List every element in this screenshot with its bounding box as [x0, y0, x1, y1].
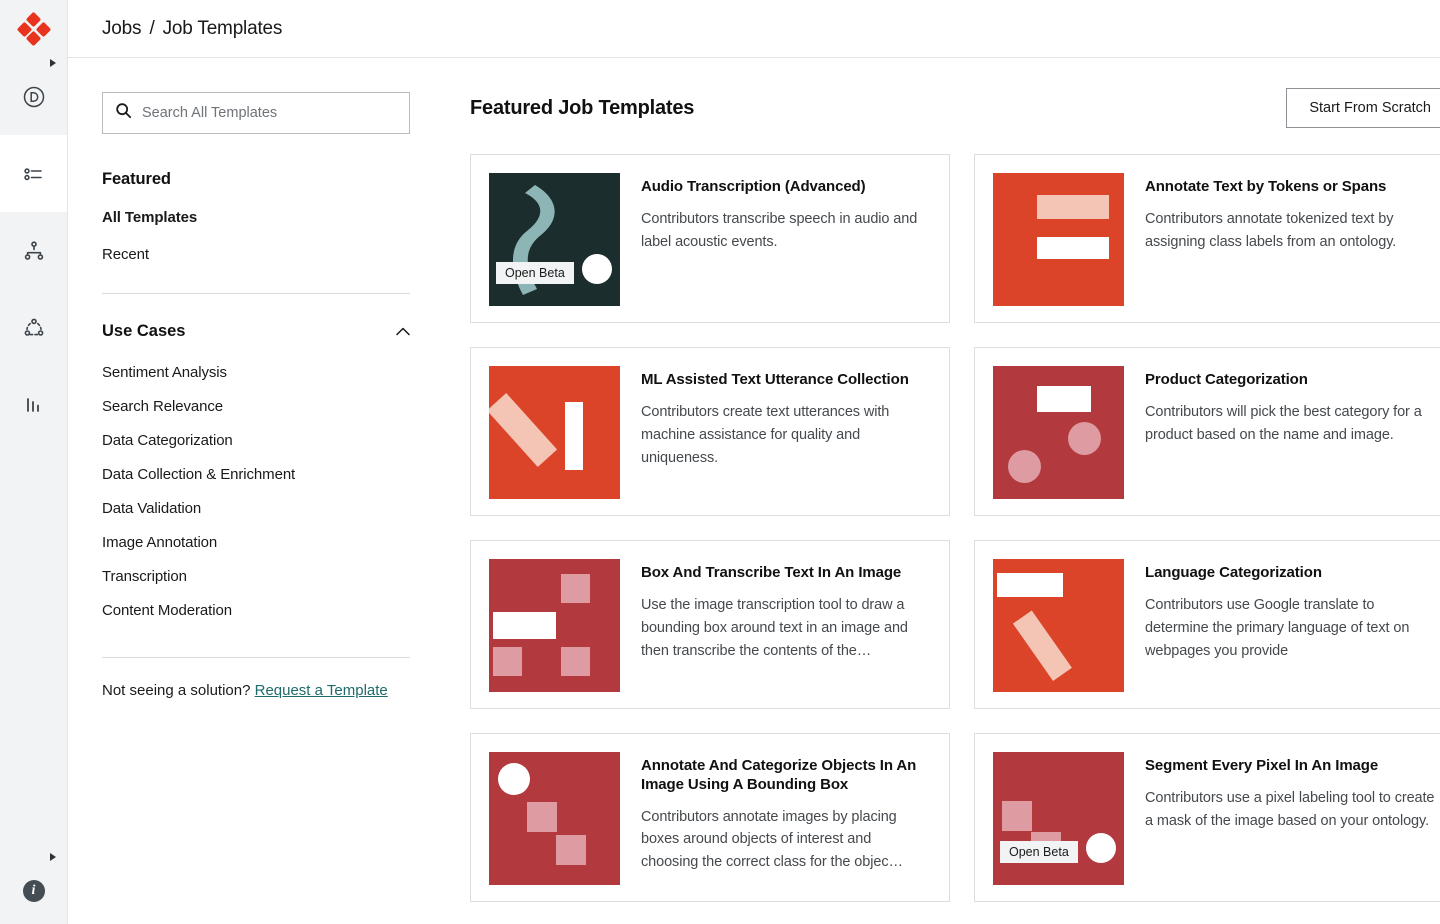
bar-and-diagonal-thumbnail [993, 559, 1124, 692]
card-text: Annotate Text by Tokens or Spans Contrib… [1145, 173, 1435, 304]
card-text: Segment Every Pixel In An Image Contribu… [1145, 752, 1435, 883]
divider [102, 293, 410, 294]
use-case-item[interactable]: Content Moderation [102, 593, 470, 627]
template-card[interactable]: Annotate Text by Tokens or Spans Contrib… [974, 154, 1440, 323]
sidebar-item-workflows[interactable] [0, 212, 67, 289]
use-case-item[interactable]: Search Relevance [102, 389, 470, 423]
template-card[interactable]: Product Categorization Contributors will… [974, 347, 1440, 516]
card-title: Audio Transcription (Advanced) [641, 178, 866, 195]
filter-link-recent[interactable]: Recent [102, 246, 470, 263]
diagonal-bar-thumbnail [489, 366, 620, 499]
request-template-prompt: Not seeing a solution? [102, 682, 251, 699]
open-beta-badge: Open Beta [1000, 841, 1078, 863]
filters-panel: Featured All Templates Recent Use Cases … [68, 58, 470, 924]
template-card[interactable]: Open Beta Segment Every Pixel In An Imag… [974, 733, 1440, 902]
breadcrumb-current: Job Templates [162, 17, 283, 39]
beta-dot [582, 254, 612, 284]
template-card[interactable]: ML Assisted Text Utterance Collection Co… [470, 347, 950, 516]
featured-heading: Featured [102, 170, 171, 188]
card-description: Contributors annotate tokenized text by … [1145, 210, 1397, 250]
main-header: Featured Job Templates Start From Scratc… [470, 88, 1440, 128]
left-nav-rail: i [0, 0, 68, 924]
boxes-grid-thumbnail [489, 559, 620, 692]
sidebar-item-analytics[interactable] [0, 366, 67, 443]
search-icon [115, 102, 142, 124]
chevron-up-icon[interactable] [396, 323, 410, 341]
use-case-item[interactable]: Data Collection & Enrichment [102, 457, 470, 491]
template-card[interactable]: Annotate And Categorize Objects In An Im… [470, 733, 950, 902]
search-box[interactable] [102, 92, 410, 134]
page: Jobs / Job Templates Featured [68, 0, 1440, 924]
card-title: Annotate Text by Tokens or Spans [1145, 178, 1387, 195]
circle-and-squares-thumbnail [489, 752, 620, 885]
sidebar-item-contributors[interactable] [0, 289, 67, 366]
expand-caret-icon-bottom[interactable] [50, 853, 56, 861]
card-title: Segment Every Pixel In An Image [1145, 757, 1379, 774]
use-case-item[interactable]: Data Categorization [102, 423, 470, 457]
open-beta-badge: Open Beta [496, 262, 574, 284]
card-description: Contributors will pick the best category… [1145, 403, 1422, 443]
use-case-item[interactable]: Data Validation [102, 491, 470, 525]
card-description: Contributors transcribe speech in audio … [641, 210, 918, 250]
info-icon[interactable]: i [0, 880, 67, 902]
list-icon [21, 161, 47, 187]
info-badge-glyph: i [22, 880, 45, 902]
segment-squares-thumbnail: Open Beta [993, 752, 1124, 885]
use-case-item[interactable]: Image Annotation [102, 525, 470, 559]
use-cases-heading: Use Cases [102, 322, 186, 340]
card-text: Annotate And Categorize Objects In An Im… [641, 752, 931, 883]
card-description: Use the image transcription tool to draw… [641, 596, 908, 659]
page-body: Featured All Templates Recent Use Cases … [68, 58, 1440, 924]
hierarchy-icon [21, 238, 47, 264]
card-description: Contributors create text utterances with… [641, 403, 890, 466]
request-template-row: Not seeing a solution? Request a Templat… [102, 682, 470, 699]
card-text: ML Assisted Text Utterance Collection Co… [641, 366, 931, 497]
breadcrumb-separator: / [149, 17, 155, 39]
circle-d-icon [21, 84, 47, 110]
filter-link-all-templates[interactable]: All Templates [102, 209, 470, 226]
search-input[interactable] [142, 105, 397, 121]
use-cases-section-header[interactable]: Use Cases [102, 322, 410, 341]
app-root: i Jobs / Job Templates Search All Templa… [0, 0, 1440, 924]
app-logo[interactable] [0, 0, 67, 58]
card-text: Box And Transcribe Text In An Image Use … [641, 559, 931, 690]
text-bars-thumbnail [993, 173, 1124, 306]
use-cases-list: Sentiment Analysis Search Relevance Data… [102, 355, 470, 627]
card-text: Audio Transcription (Advanced) Contribut… [641, 173, 931, 304]
page-title: Featured Job Templates [470, 96, 695, 119]
card-title: Language Categorization [1145, 564, 1322, 581]
template-card-grid: Open Beta Audio Transcription (Advanced)… [470, 154, 1440, 902]
template-card[interactable]: Language Categorization Contributors use… [974, 540, 1440, 709]
start-from-scratch-button[interactable]: Start From Scratch [1286, 88, 1440, 128]
beta-dot [1086, 833, 1116, 863]
card-description: Contributors use Google translate to det… [1145, 596, 1410, 659]
template-card[interactable]: Box And Transcribe Text In An Image Use … [470, 540, 950, 709]
network-nodes-icon [21, 315, 47, 341]
sidebar-item-data[interactable] [0, 58, 67, 135]
appen-diamond-logo [16, 11, 51, 47]
card-title: Box And Transcribe Text In An Image [641, 564, 902, 581]
top-bar: Jobs / Job Templates [68, 0, 1440, 58]
card-text: Language Categorization Contributors use… [1145, 559, 1435, 690]
use-case-item[interactable]: Sentiment Analysis [102, 355, 470, 389]
breadcrumb-parent[interactable]: Jobs [102, 18, 142, 39]
audio-wave-thumbnail: Open Beta [489, 173, 620, 306]
card-title: Annotate And Categorize Objects In An Im… [641, 757, 917, 793]
box-and-circles-thumbnail [993, 366, 1124, 499]
divider-bottom [102, 657, 410, 658]
main-content: Featured Job Templates Start From Scratc… [470, 58, 1440, 924]
request-a-template-link[interactable]: Request a Template [255, 682, 388, 699]
use-case-item[interactable]: Transcription [102, 559, 470, 593]
card-title: Product Categorization [1145, 371, 1308, 388]
card-description: Contributors annotate images by placing … [641, 808, 903, 871]
bar-chart-icon [21, 392, 47, 418]
card-description: Contributors use a pixel labeling tool t… [1145, 789, 1435, 829]
card-title: ML Assisted Text Utterance Collection [641, 371, 909, 388]
sidebar-item-jobs[interactable] [0, 135, 67, 212]
template-card[interactable]: Open Beta Audio Transcription (Advanced)… [470, 154, 950, 323]
breadcrumb: Jobs / Job Templates [102, 18, 282, 40]
card-text: Product Categorization Contributors will… [1145, 366, 1435, 497]
